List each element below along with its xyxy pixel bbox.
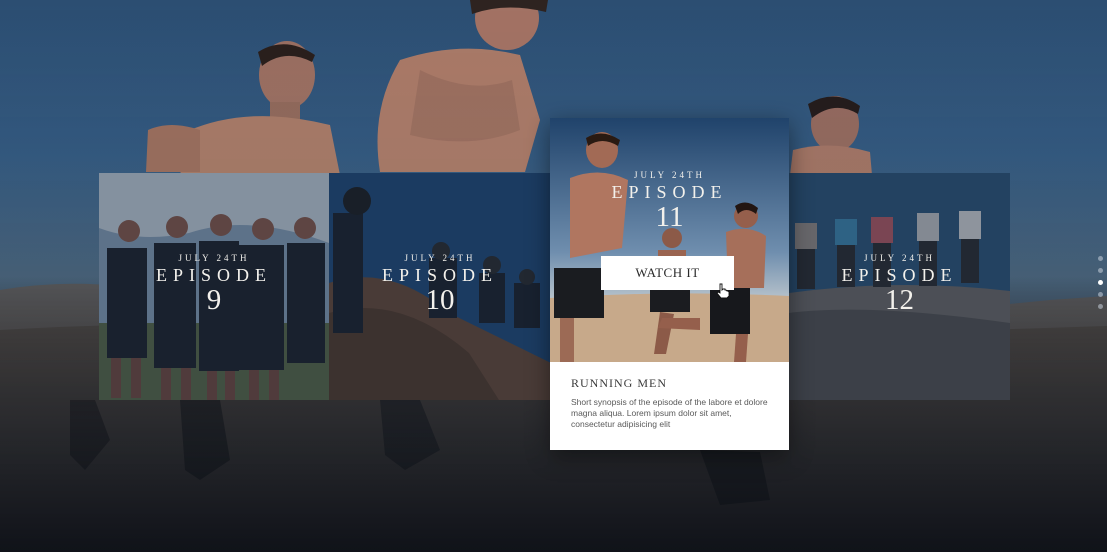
episode-10-number: 10 bbox=[425, 284, 455, 316]
episode-carousel-stage: JULY 24TH EPISODE 9 JULY 24TH EPISODE 10… bbox=[0, 0, 1107, 552]
episode-10-word: EPISODE bbox=[381, 265, 498, 285]
episode-card-11-featured[interactable]: JULY 24TH EPISODE 11 WATCH IT RUNNING ME… bbox=[550, 118, 789, 450]
episode-10-label: JULY 24TH EPISODE 10 bbox=[329, 253, 551, 315]
episode-9-date: JULY 24TH bbox=[178, 253, 250, 263]
carousel-pagination bbox=[1096, 256, 1106, 316]
pagination-dot-5[interactable] bbox=[1098, 304, 1103, 309]
episode-10-date: JULY 24TH bbox=[404, 253, 476, 263]
pagination-dot-4[interactable] bbox=[1098, 292, 1103, 297]
episode-11-photo bbox=[550, 118, 789, 362]
episode-11-number: 11 bbox=[655, 201, 684, 233]
episode-11-label: JULY 24TH EPISODE 11 bbox=[550, 170, 789, 232]
episode-card-10[interactable]: JULY 24TH EPISODE 10 bbox=[329, 173, 551, 400]
pagination-dot-2[interactable] bbox=[1098, 268, 1103, 273]
episode-12-label: JULY 24TH EPISODE 12 bbox=[789, 253, 1010, 315]
episode-11-info-panel: RUNNING MEN Short synopsis of the episod… bbox=[550, 362, 789, 450]
hand-pointer-icon bbox=[716, 283, 730, 299]
episode-12-number: 12 bbox=[885, 284, 914, 316]
watch-it-button[interactable]: WATCH IT bbox=[601, 256, 734, 290]
episode-9-number: 9 bbox=[206, 284, 222, 316]
episode-12-date: JULY 24TH bbox=[863, 253, 935, 263]
episode-11-photo-wrap: JULY 24TH EPISODE 11 WATCH IT bbox=[550, 118, 789, 362]
episode-11-word: EPISODE bbox=[611, 182, 728, 202]
episode-card-12[interactable]: JULY 24TH EPISODE 12 bbox=[789, 173, 1010, 400]
episode-12-word: EPISODE bbox=[841, 265, 958, 285]
episode-card-9[interactable]: JULY 24TH EPISODE 9 bbox=[99, 173, 329, 400]
episode-11-synopsis: Short synopsis of the episode of the lab… bbox=[571, 397, 768, 429]
episode-11-title: RUNNING MEN bbox=[571, 376, 667, 390]
pagination-dot-1[interactable] bbox=[1098, 256, 1103, 261]
pagination-dot-3[interactable] bbox=[1098, 280, 1103, 285]
episode-9-label: JULY 24TH EPISODE 9 bbox=[99, 253, 329, 315]
episode-11-date: JULY 24TH bbox=[633, 170, 705, 180]
episode-9-word: EPISODE bbox=[155, 265, 272, 285]
